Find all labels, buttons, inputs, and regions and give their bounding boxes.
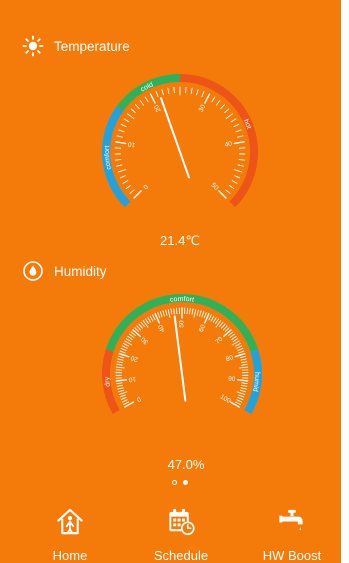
temperature-scale-label: 0 (141, 183, 149, 191)
humidity-scale-label: 70 (214, 335, 224, 345)
humidity-scale-label: 0 (135, 395, 142, 403)
humidity-scale-label: 60 (198, 323, 207, 333)
temperature-value: 21.4℃ (160, 233, 200, 248)
temperature-header: Temperature (22, 31, 130, 61)
temperature-scale-label: 10 (127, 140, 136, 148)
humidity-needle (173, 315, 187, 402)
bottom-navigation: Home Schedule HW Boost (0, 500, 341, 563)
temperature-gauge: comfort cold hot 0 10 20 30 40 50 (80, 60, 280, 236)
temperature-scale-label: 40 (224, 140, 233, 148)
droplet-icon (23, 261, 43, 281)
temperature-scale-label: 50 (209, 182, 219, 192)
page-dot-1[interactable] (172, 480, 177, 485)
temperature-title: Temperature (54, 38, 130, 54)
humidity-scale-label: 20 (130, 354, 139, 363)
nav-schedule-button[interactable]: Schedule (126, 500, 236, 563)
humidity-scale-label: 100 (219, 393, 232, 405)
nav-home-label: Home (52, 548, 88, 563)
humidity-scale-label: 30 (140, 335, 150, 345)
page-indicator[interactable] (172, 480, 188, 485)
humidity-zone-dry-label: dry (104, 376, 112, 387)
humidity-title: Humidity (54, 263, 107, 279)
nav-schedule-label: Schedule (153, 548, 209, 563)
app-screen: Temperature comfort cold hot 0 10 20 30 40 50 21… (0, 0, 341, 563)
nav-hw-boost-button[interactable]: HW Boost (237, 500, 341, 563)
faucet-icon (279, 509, 303, 531)
humidity-scale-label: 80 (225, 354, 234, 363)
humidity-gauge: dry comfort humid 0 10 20 30 40 50 60 70 80 90 100 (82, 282, 282, 458)
nav-home-button[interactable]: Home (15, 500, 125, 563)
temperature-scale-label: 20 (153, 103, 163, 113)
screen-edge (341, 0, 349, 563)
page-dot-2-active[interactable] (183, 480, 188, 485)
nav-hw-boost-label: HW Boost (262, 548, 322, 563)
humidity-scale-label: 10 (128, 375, 136, 383)
calendar-clock-icon (169, 508, 195, 536)
humidity-scale-label: 40 (157, 323, 166, 333)
humidity-value: 47.0% (167, 457, 205, 472)
temperature-scale-label: 30 (198, 103, 208, 113)
humidity-scale-label: 50 (179, 320, 186, 328)
sun-icon (22, 35, 44, 57)
temperature-needle (160, 97, 190, 179)
humidity-scale-label: 90 (228, 376, 236, 384)
home-icon (57, 508, 83, 535)
